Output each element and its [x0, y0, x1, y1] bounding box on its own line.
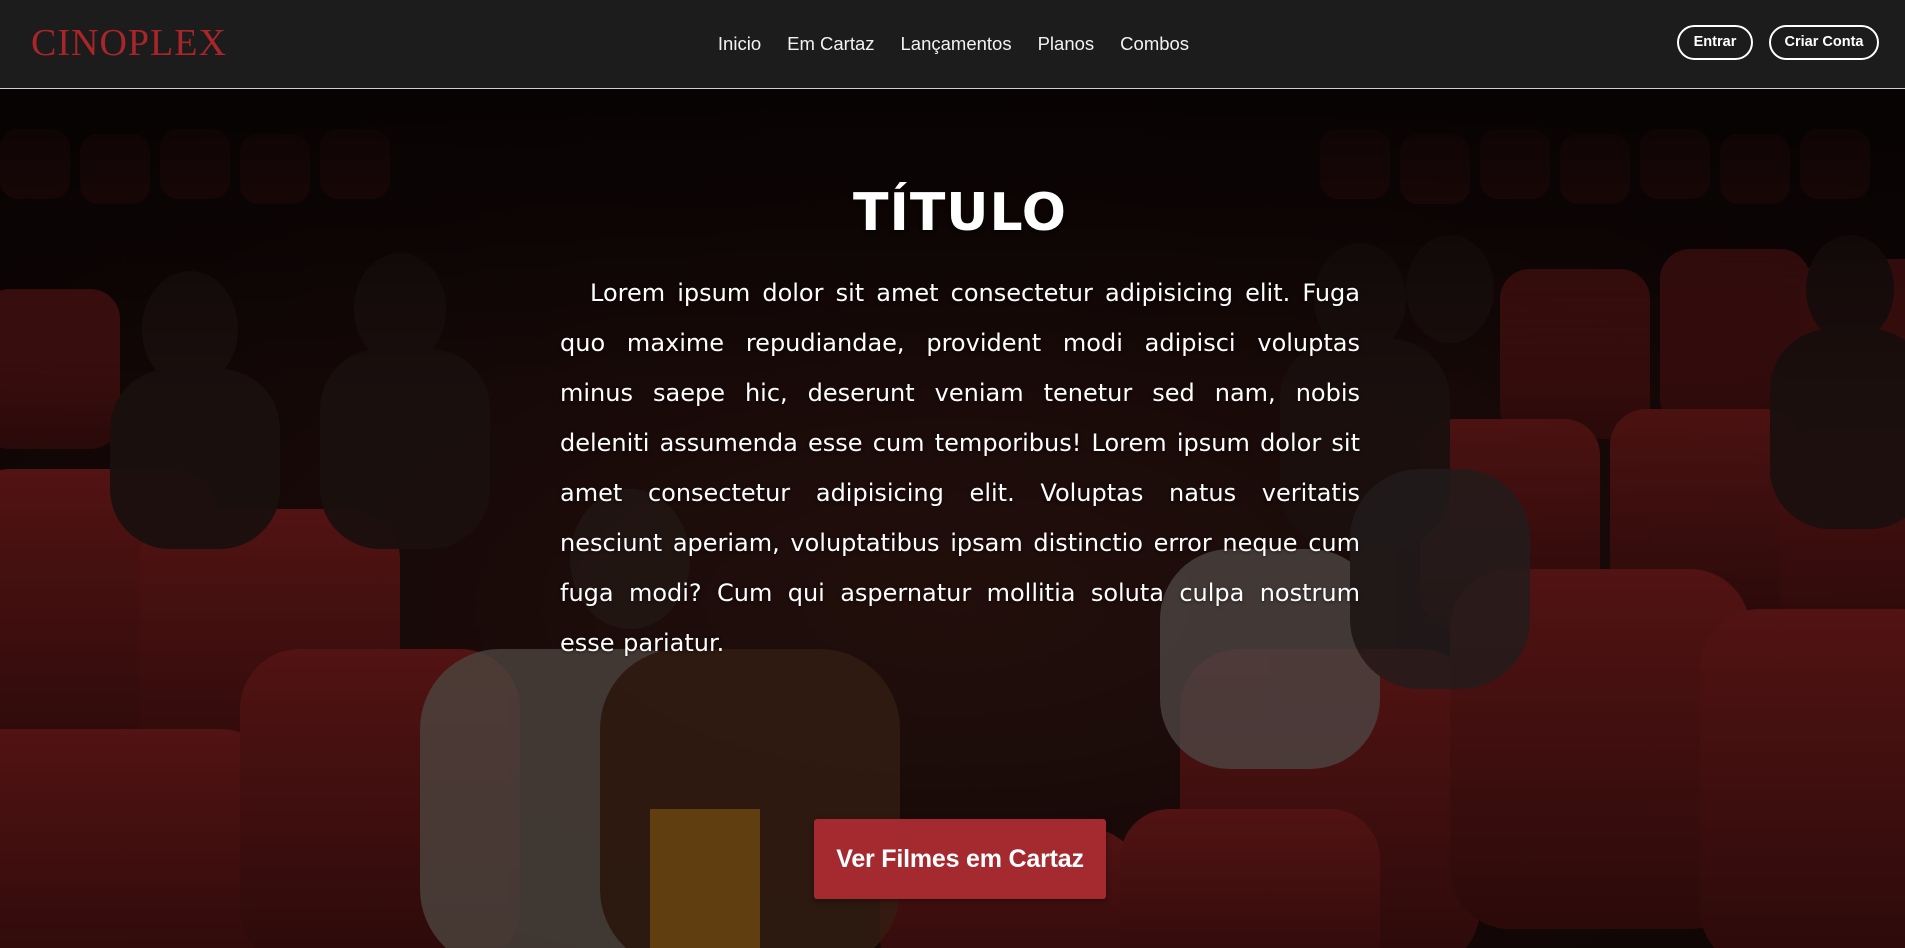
top-navbar: CINOPLEX Inicio Em Cartaz Lançamentos Pl… — [0, 0, 1905, 89]
hero-content: TÍTULO Lorem ipsum dolor sit amet consec… — [560, 181, 1360, 668]
nav-link-lancamentos[interactable]: Lançamentos — [901, 30, 1012, 58]
nav-link-combos[interactable]: Combos — [1120, 30, 1189, 58]
nav-link-inicio[interactable]: Inicio — [718, 30, 761, 58]
page: CINOPLEX Inicio Em Cartaz Lançamentos Pl… — [0, 0, 1905, 948]
hero-title: TÍTULO — [853, 183, 1067, 243]
login-button[interactable]: Entrar — [1677, 25, 1753, 60]
auth-buttons: Entrar Criar Conta — [1677, 25, 1879, 60]
main-nav: Inicio Em Cartaz Lançamentos Planos Comb… — [0, 30, 1905, 58]
hero-section: TÍTULO Lorem ipsum dolor sit amet consec… — [0, 89, 1905, 948]
hero-description: Lorem ipsum dolor sit amet consectetur a… — [560, 279, 1360, 657]
signup-button[interactable]: Criar Conta — [1769, 25, 1879, 60]
nav-link-em-cartaz[interactable]: Em Cartaz — [787, 30, 874, 58]
view-movies-button[interactable]: Ver Filmes em Cartaz — [814, 819, 1106, 899]
nav-link-planos[interactable]: Planos — [1038, 30, 1095, 58]
